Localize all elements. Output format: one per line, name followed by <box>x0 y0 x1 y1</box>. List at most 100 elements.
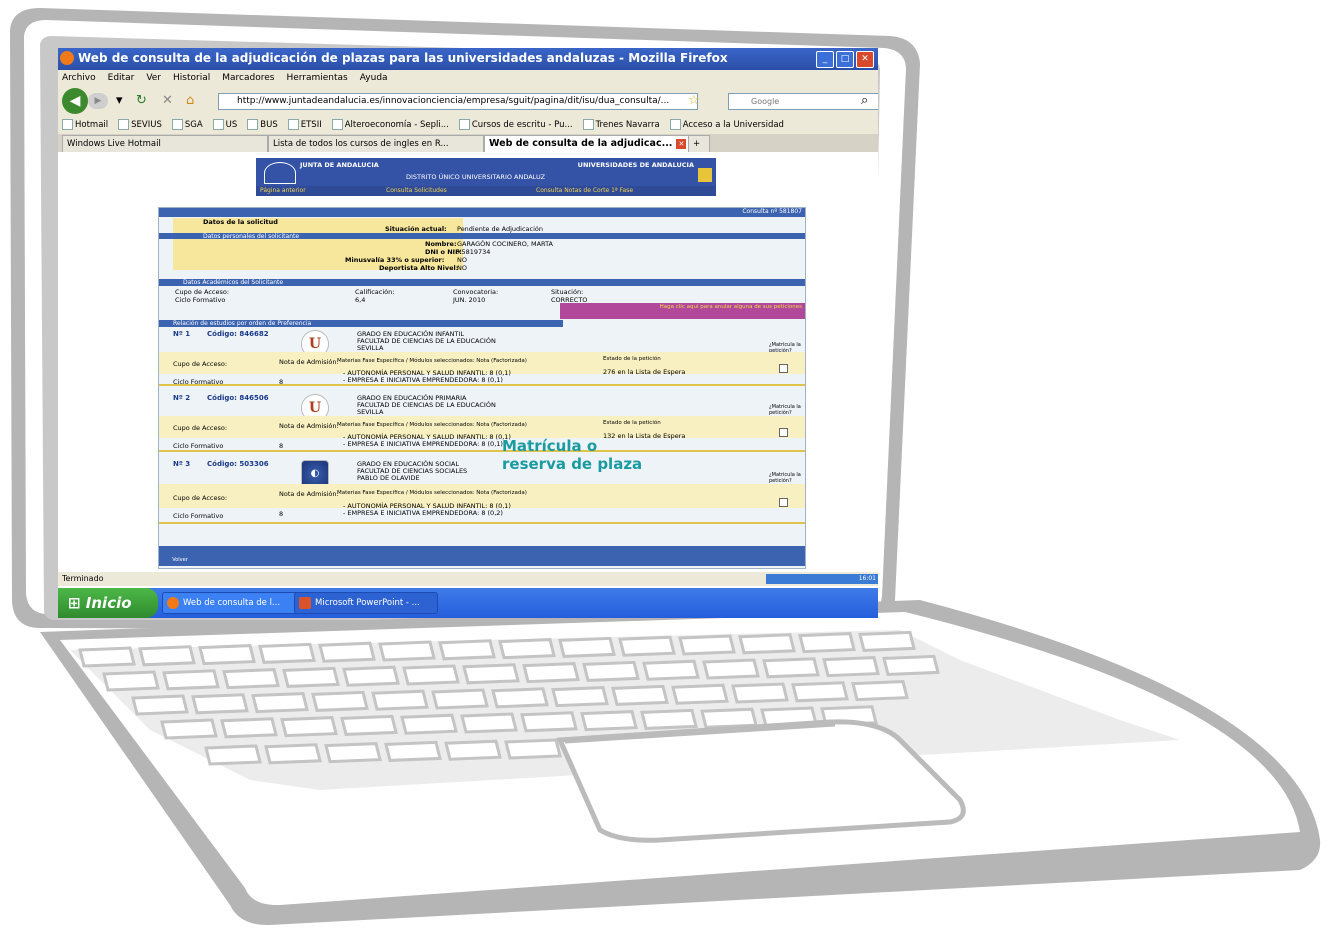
peticion-1-materia-2: - EMPRESA E INICIATIVA EMPRENDEDORA: 8 (… <box>343 376 503 384</box>
peticion-2-matricula-label: ¿Matricula la petición? <box>769 404 801 416</box>
browser-screen: Web de consulta de la adjudicación de pl… <box>58 48 878 618</box>
bookmark-sevius[interactable]: SEVIUS <box>118 116 162 134</box>
convocatoria-label: Convocatoria: <box>453 288 499 296</box>
keyboard-key <box>371 689 429 711</box>
peticion-3-materias-label: Materias Fase Específica / Módulos selec… <box>337 490 527 496</box>
new-tab-button[interactable]: + <box>688 135 710 152</box>
keyboard-key <box>822 656 880 678</box>
tab-hotmail[interactable]: Windows Live Hotmail <box>62 135 268 152</box>
home-icon[interactable]: ⌂ <box>186 94 194 108</box>
reload-icon[interactable]: ↻ <box>136 94 147 108</box>
menu-archivo[interactable]: Archivo <box>62 70 96 86</box>
junta-header: JUNTA DE ANDALUCIA UNIVERSIDADES DE ANDA… <box>256 158 716 196</box>
window-titlebar[interactable]: Web de consulta de la adjudicación de pl… <box>58 48 878 70</box>
bookmark-hotmail[interactable]: Hotmail <box>62 116 108 134</box>
keyboard-key <box>378 640 436 662</box>
bookmark-etsii[interactable]: ETSII <box>287 116 322 134</box>
keyboard-key <box>384 740 442 762</box>
bookmark-alteroeconomia[interactable]: Alteroeconomía - Sepli... <box>331 116 449 134</box>
bookmark-bus[interactable]: BUS <box>247 116 278 134</box>
peticion-3-cupo-label: Cupo de Acceso: <box>173 494 228 502</box>
taskbar-powerpoint[interactable]: Microsoft PowerPoint - ... <box>294 592 438 614</box>
peticion-2-ciudad: SEVILLA <box>357 408 384 416</box>
anular-peticiones-link[interactable]: Haga clic aquí para anular alguna de sus… <box>560 303 805 319</box>
junta-logo-icon <box>264 162 296 184</box>
situacion-value: Pendiente de Adjudicación <box>457 225 544 233</box>
keyboard-key <box>160 718 218 740</box>
bookmark-cursos[interactable]: Cursos de escritu - Pu... <box>458 116 573 134</box>
link-notas-corte[interactable]: Consulta Notas de Corte 1ª Fase <box>536 187 633 194</box>
convocatoria-value: JUN. 2010 <box>453 296 486 304</box>
keyboard-key <box>191 693 249 715</box>
forward-arrow-icon[interactable]: ▶ <box>88 93 108 109</box>
tab-cursos-ingles[interactable]: Lista de todos los cursos de ingles en R… <box>268 135 484 152</box>
start-button[interactable]: ⊞ Inicio <box>58 588 158 618</box>
keyboard-key <box>251 692 309 714</box>
tab-close-icon[interactable]: ✕ <box>676 138 687 149</box>
peticion-3-ciudad: PABLO DE OLAVIDE <box>357 474 420 482</box>
window-title: Web de consulta de la adjudicación de pl… <box>78 51 728 65</box>
bookmark-us[interactable]: US <box>212 116 237 134</box>
matricula-line-2: reserva de plaza <box>502 455 643 473</box>
search-icon[interactable]: ⌕ <box>861 94 868 108</box>
url-bar[interactable]: http://www.juntadeandalucia.es/innovacio… <box>218 93 698 110</box>
keyboard-key <box>851 680 909 702</box>
peticion-1-estado-value: 276 en la Lista de Espera <box>603 368 686 376</box>
peticion-3-codigo: Código: 503306 <box>207 460 269 468</box>
peticion-3-matricula-checkbox[interactable] <box>779 498 788 507</box>
peticion-3-num: Nº 3 <box>173 460 191 468</box>
situacion-label: Situación actual: <box>385 225 447 233</box>
keyboard-key <box>264 743 322 765</box>
menu-ayuda[interactable]: Ayuda <box>360 70 388 86</box>
menu-historial[interactable]: Historial <box>173 70 210 86</box>
acad-cupo-value: Ciclo Formativo <box>175 296 226 304</box>
menu-ver[interactable]: Ver <box>146 70 161 86</box>
header-links: Página anterior Consulta Solicitudes Con… <box>256 186 716 196</box>
peticion-1-matricula-checkbox[interactable] <box>779 364 788 373</box>
bookmark-trenes[interactable]: Trenes Navarra <box>582 116 660 134</box>
bookmark-star-icon[interactable]: ☆ <box>688 94 700 108</box>
powerpoint-icon <box>299 597 311 609</box>
dni-value: X5819734 <box>457 248 491 256</box>
keyboard-key <box>520 711 578 733</box>
volver-button[interactable]: Volver <box>165 556 195 565</box>
search-input[interactable]: Google <box>728 93 878 110</box>
keyboard-key <box>438 639 496 661</box>
keyboard-key <box>618 635 676 657</box>
close-button[interactable]: ✕ <box>856 51 874 68</box>
keyboard-key <box>791 681 849 703</box>
firefox-icon <box>60 51 74 65</box>
back-arrow-icon[interactable]: ◀ <box>62 88 88 114</box>
peticion-2-matricula-checkbox[interactable] <box>779 428 788 437</box>
bookmark-acceso[interactable]: Acceso a la Universidad <box>669 116 784 134</box>
web-page: JUNTA DE ANDALUCIA UNIVERSIDADES DE ANDA… <box>58 152 878 572</box>
menu-marcadores[interactable]: Marcadores <box>222 70 274 86</box>
peticion-1-ciudad: SEVILLA <box>357 344 384 352</box>
keyboard-key <box>504 738 562 760</box>
tab-web-consulta[interactable]: Web de consulta de la adjudicac... ✕ <box>484 135 690 152</box>
status-bar: Terminado 16:01 <box>58 572 878 586</box>
menu-herramientas[interactable]: Herramientas <box>286 70 347 86</box>
keyboard-key <box>642 659 700 681</box>
menu-editar[interactable]: Editar <box>108 70 135 86</box>
link-pagina-anterior[interactable]: Página anterior <box>260 187 306 194</box>
maximize-button[interactable]: □ <box>836 51 854 68</box>
separator-3 <box>159 522 805 524</box>
keyboard-key <box>340 714 398 736</box>
stop-icon[interactable]: ✕ <box>162 94 173 108</box>
datos-personales-bar: Datos personales del solicitante <box>159 233 805 240</box>
dropdown-icon[interactable]: ▾ <box>116 94 123 108</box>
minimize-button[interactable]: _ <box>816 51 834 68</box>
keyboard-key <box>162 669 220 691</box>
keyboard-key <box>858 630 916 652</box>
keyboard-key <box>702 658 760 680</box>
peticion-1-num: Nº 1 <box>173 330 191 338</box>
bookmark-sga[interactable]: SGA <box>171 116 203 134</box>
keyboard-key <box>102 670 160 692</box>
peticion-2-codigo: Código: 846506 <box>207 394 269 402</box>
keyboard-key <box>762 657 820 679</box>
peticion-3-matricula-label: ¿Matricula la petición? <box>769 472 801 484</box>
taskbar-firefox[interactable]: Web de consulta de l... <box>162 592 306 614</box>
link-consulta-solicitudes[interactable]: Consulta Solicitudes <box>386 187 447 194</box>
distrito-title: DISTRITO ÚNICO UNIVERSITARIO ANDALUZ <box>406 173 546 181</box>
